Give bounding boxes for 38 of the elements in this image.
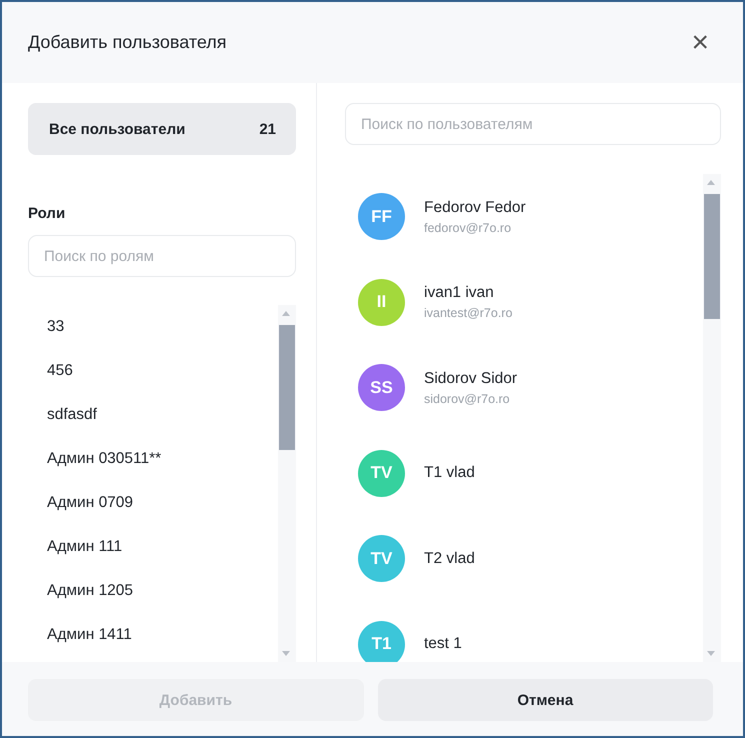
user-avatar: FF bbox=[358, 193, 405, 240]
user-avatar: II bbox=[358, 278, 405, 326]
user-avatar: T1 bbox=[358, 620, 405, 662]
user-name[interactable]: T2 vlad bbox=[424, 550, 475, 568]
user-name[interactable]: test 1 bbox=[424, 635, 462, 654]
roles-search-field[interactable]: Поиск по ролям bbox=[28, 235, 296, 277]
user-email: fedorov@r7o.ro bbox=[424, 220, 512, 235]
role-item[interactable]: 33 bbox=[47, 305, 278, 349]
role-item[interactable]: Админ 1411 bbox=[47, 613, 278, 657]
dialog-title: Добавить пользователя bbox=[28, 32, 227, 53]
scrollbar[interactable] bbox=[278, 305, 296, 662]
role-item[interactable]: Админ 0709 bbox=[47, 481, 278, 525]
role-item[interactable]: Админ 111 bbox=[47, 525, 278, 569]
user-avatar: SS bbox=[358, 364, 405, 412]
role-item[interactable]: Админ 030511** bbox=[47, 437, 278, 481]
user-name[interactable]: ivan1 ivan bbox=[424, 284, 512, 302]
role-item[interactable]: sdfasdf bbox=[47, 393, 278, 437]
user-name[interactable]: Sidorov Sidor bbox=[424, 370, 518, 388]
user-email: ivantest@r7o.ro bbox=[424, 306, 512, 320]
roles-heading: Роли bbox=[28, 205, 66, 222]
user-avatar: TV bbox=[358, 450, 405, 497]
down-arrow-icon[interactable] bbox=[707, 651, 715, 656]
user-name[interactable]: T1 vlad bbox=[424, 464, 475, 482]
user-email: sidorov@r7o.ro bbox=[424, 392, 511, 406]
down-arrow-icon[interactable] bbox=[282, 651, 290, 656]
role-item[interactable]: Админ 1205 bbox=[47, 569, 278, 613]
scrollbar[interactable] bbox=[703, 174, 721, 662]
up-arrow-icon[interactable] bbox=[282, 311, 290, 316]
users-search-field[interactable]: Поиск по пользователям bbox=[345, 103, 721, 145]
user-name[interactable]: Fedorov Fedor bbox=[424, 198, 526, 217]
all-users-item[interactable]: Все пользователи 21 bbox=[28, 103, 296, 155]
scrollbar-thumb[interactable] bbox=[704, 194, 720, 319]
scrollbar-thumb[interactable] bbox=[279, 325, 295, 450]
up-arrow-icon[interactable] bbox=[707, 180, 715, 185]
close-button[interactable]: × bbox=[683, 28, 717, 58]
cancel-button[interactable]: Отмена bbox=[378, 679, 713, 721]
user-avatar: TV bbox=[358, 535, 405, 582]
role-item[interactable]: 456 bbox=[47, 349, 278, 393]
